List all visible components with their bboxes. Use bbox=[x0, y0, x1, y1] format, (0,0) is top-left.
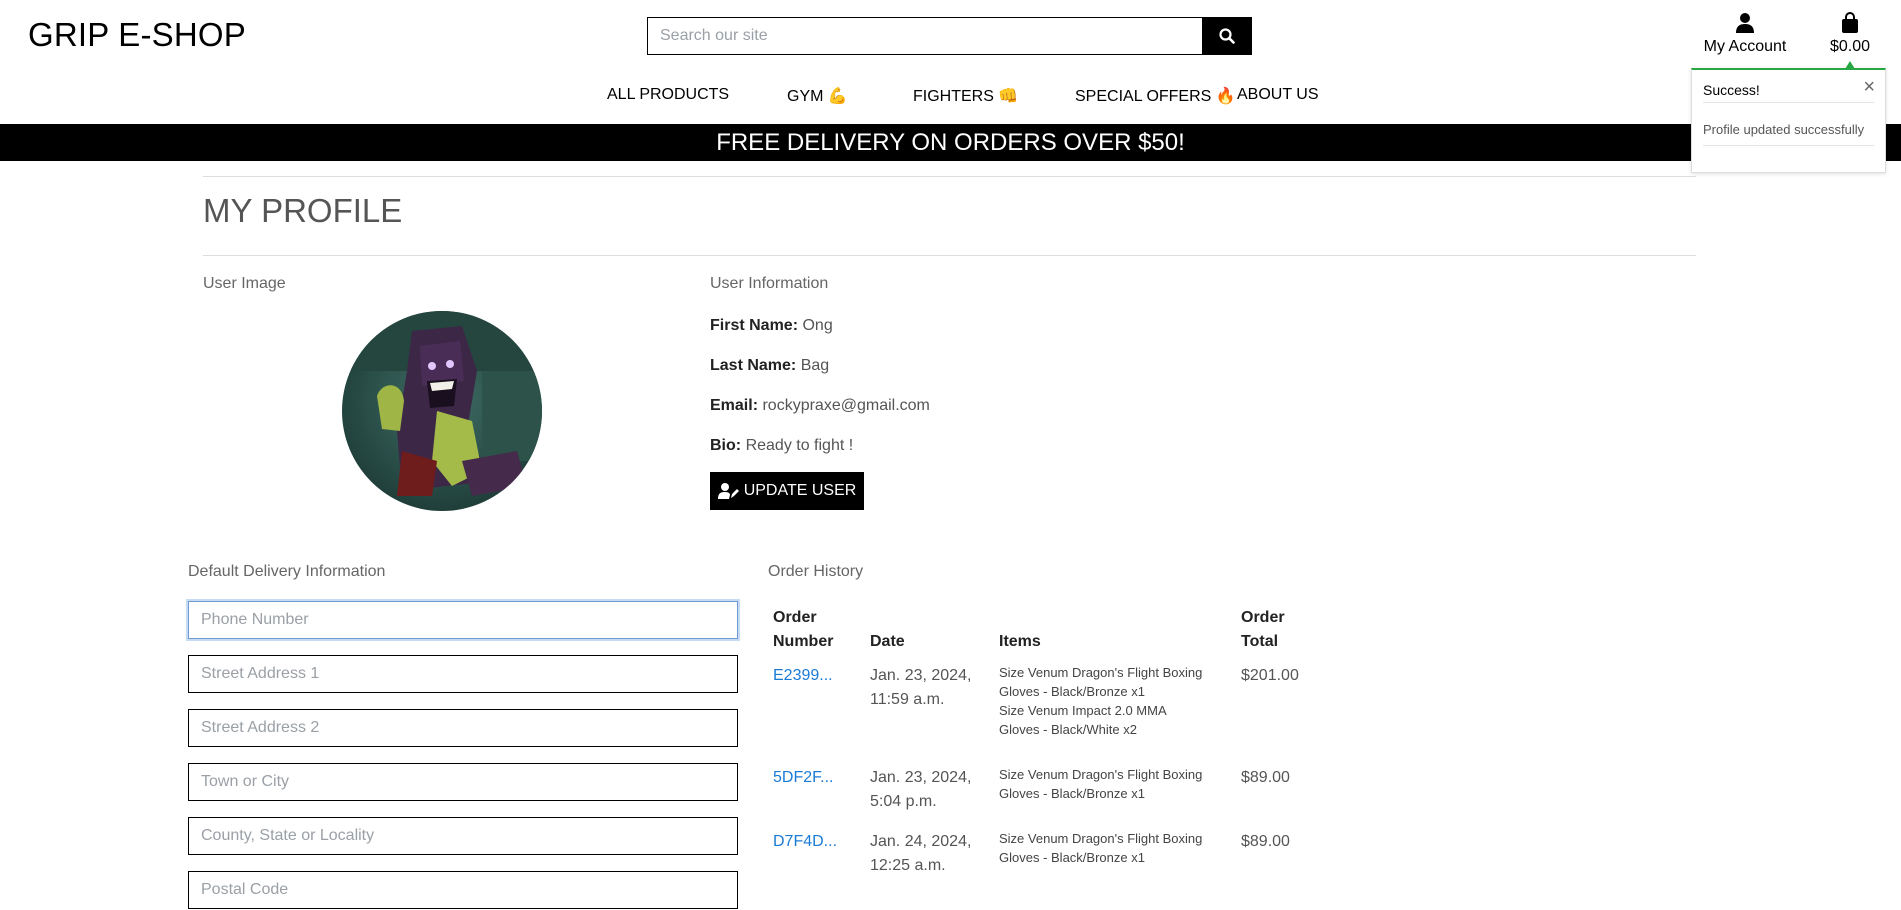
header-date: Date bbox=[870, 633, 905, 650]
date-line: Jan. 23, 2024, bbox=[870, 769, 972, 786]
time-line: 12:25 a.m. bbox=[870, 857, 946, 874]
last-name-label: Last Name: bbox=[710, 357, 797, 374]
date-line: Jan. 24, 2024, bbox=[870, 833, 972, 850]
order-number-link[interactable]: E2399... bbox=[773, 664, 833, 688]
last-name-row: Last Name: Bag bbox=[710, 357, 829, 375]
order-total: $89.00 bbox=[1241, 833, 1290, 850]
toast-message: Profile updated successfully bbox=[1703, 122, 1865, 137]
order-total: $201.00 bbox=[1241, 667, 1299, 684]
phone-number-field[interactable] bbox=[188, 601, 738, 639]
toast-arrow bbox=[1845, 61, 1855, 69]
order-date: Jan. 24, 2024, 12:25 a.m. bbox=[870, 830, 971, 878]
user-edit-icon bbox=[717, 483, 739, 499]
page-title: MY PROFILE bbox=[203, 192, 403, 229]
cart-total: $0.00 bbox=[1829, 38, 1871, 55]
order-item: Size Venum Impact 2.0 MMA Gloves - Black… bbox=[999, 703, 1166, 737]
search-icon bbox=[1219, 28, 1235, 44]
success-toast: Success! × Profile updated successfully bbox=[1691, 61, 1886, 173]
shopping-bag-icon bbox=[1842, 12, 1858, 33]
user-icon bbox=[1736, 13, 1754, 33]
divider bbox=[203, 176, 1696, 177]
nav-gym[interactable]: GYM 💪 bbox=[787, 86, 848, 106]
last-name-value: Bag bbox=[800, 357, 830, 374]
header-order-number: Order Number bbox=[773, 606, 833, 654]
update-user-label: UPDATE USER bbox=[743, 482, 857, 499]
first-name-value: Ong bbox=[802, 317, 833, 334]
town-city-field[interactable] bbox=[188, 763, 738, 801]
street-address-2-field[interactable] bbox=[188, 709, 738, 747]
cart-link[interactable]: $0.00 bbox=[1822, 12, 1878, 56]
header-text: Number bbox=[773, 633, 834, 650]
order-history-label: Order History bbox=[768, 563, 864, 580]
order-date: Jan. 23, 2024, 11:59 a.m. bbox=[870, 664, 971, 712]
postal-code-field[interactable] bbox=[188, 871, 738, 909]
divider bbox=[203, 255, 1696, 256]
toast-divider bbox=[1703, 145, 1874, 146]
delivery-banner: FREE DELIVERY ON ORDERS OVER $50! bbox=[0, 124, 1901, 161]
header-text: Total bbox=[1241, 633, 1279, 650]
nav-all-products[interactable]: ALL PRODUCTS bbox=[607, 86, 729, 104]
order-item: Size Venum Dragon's Flight Boxing Gloves… bbox=[999, 665, 1203, 699]
user-info-label: User Information bbox=[710, 275, 829, 292]
header-items: Items bbox=[999, 633, 1041, 650]
site-logo[interactable]: GRIP E-SHOP bbox=[28, 16, 246, 54]
search-bar bbox=[647, 17, 1252, 55]
order-item: Size Venum Dragon's Flight Boxing Gloves… bbox=[999, 831, 1203, 865]
toast-divider bbox=[1703, 102, 1874, 103]
bio-label: Bio: bbox=[710, 437, 742, 454]
search-input[interactable] bbox=[647, 17, 1202, 55]
email-row: Email: rockypraxe@gmail.com bbox=[710, 397, 930, 415]
order-items: Size Venum Dragon's Flight Boxing Gloves… bbox=[999, 829, 1209, 867]
header-text: Order bbox=[1241, 609, 1285, 626]
order-total: $89.00 bbox=[1241, 769, 1290, 786]
nav-special-offers[interactable]: SPECIAL OFFERS 🔥 bbox=[1075, 86, 1236, 106]
user-image-label: User Image bbox=[203, 275, 286, 292]
search-button[interactable] bbox=[1202, 17, 1252, 55]
order-number-link[interactable]: 5DF2F... bbox=[773, 766, 833, 790]
date-line: Jan. 23, 2024, bbox=[870, 667, 972, 684]
user-avatar bbox=[342, 311, 542, 511]
update-user-button[interactable]: UPDATE USER bbox=[710, 472, 864, 510]
order-item: Size Venum Dragon's Flight Boxing Gloves… bbox=[999, 767, 1203, 801]
delivery-info-label: Default Delivery Information bbox=[188, 563, 386, 580]
county-field[interactable] bbox=[188, 817, 738, 855]
email-value: rockypraxe@gmail.com bbox=[762, 397, 930, 414]
nav-fighters[interactable]: FIGHTERS 👊 bbox=[913, 86, 1018, 106]
close-icon[interactable]: × bbox=[1863, 77, 1875, 97]
header-text: Order bbox=[773, 609, 817, 626]
order-items: Size Venum Dragon's Flight Boxing Gloves… bbox=[999, 765, 1209, 803]
order-date: Jan. 23, 2024, 5:04 p.m. bbox=[870, 766, 971, 814]
time-line: 11:59 a.m. bbox=[870, 691, 945, 708]
nav-about-us[interactable]: ABOUT US bbox=[1237, 86, 1319, 104]
bio-row: Bio: Ready to fight ! bbox=[710, 437, 853, 455]
main-nav: ALL PRODUCTS GYM 💪 FIGHTERS 👊 SPECIAL OF… bbox=[0, 86, 1901, 110]
order-items: Size Venum Dragon's Flight Boxing Gloves… bbox=[999, 663, 1209, 739]
email-label: Email: bbox=[710, 397, 759, 414]
time-line: 5:04 p.m. bbox=[870, 793, 937, 810]
first-name-row: First Name: Ong bbox=[710, 317, 833, 335]
bio-value: Ready to fight ! bbox=[745, 437, 854, 454]
order-number-link[interactable]: D7F4D... bbox=[773, 830, 837, 854]
header-order-total: Order Total bbox=[1241, 606, 1285, 654]
street-address-1-field[interactable] bbox=[188, 655, 738, 693]
first-name-label: First Name: bbox=[710, 317, 799, 334]
toast-title: Success! bbox=[1703, 82, 1760, 98]
my-account-link[interactable]: My Account bbox=[1700, 12, 1790, 56]
my-account-label: My Account bbox=[1703, 38, 1787, 55]
